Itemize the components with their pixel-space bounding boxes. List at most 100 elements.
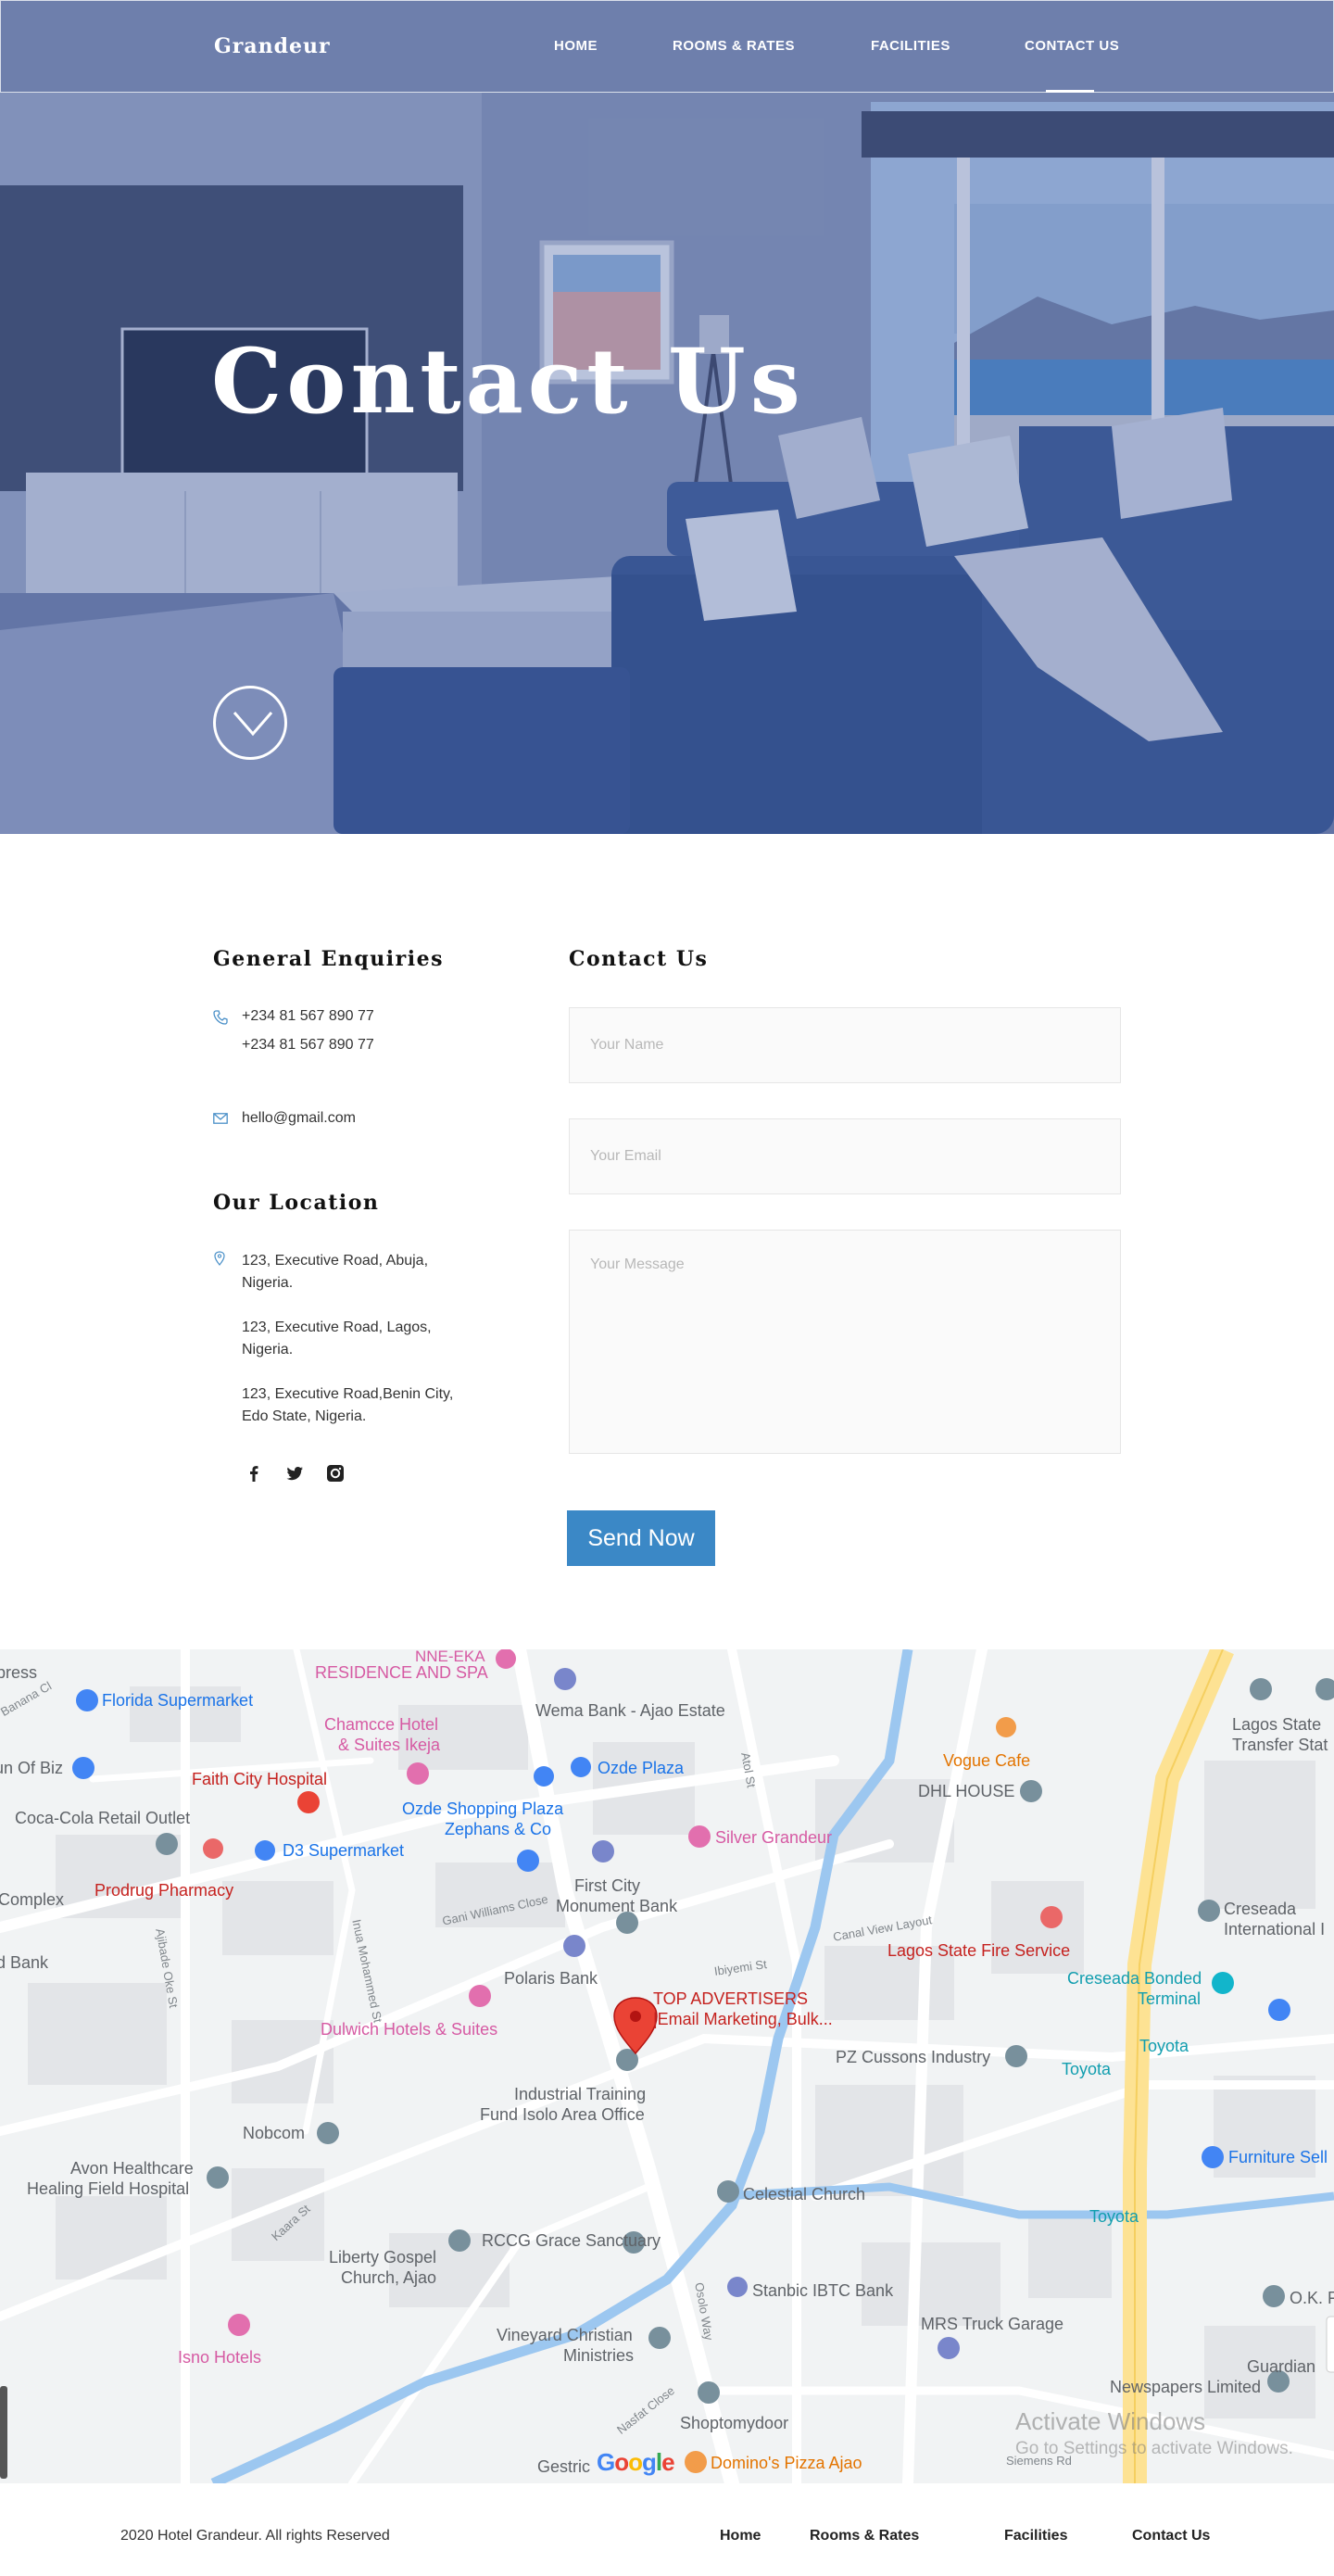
map-place[interactable]: Celestial Church <box>743 2185 865 2204</box>
phone-icon <box>213 1010 228 1025</box>
footer-link-home[interactable]: Home <box>720 2528 761 2544</box>
map-place[interactable]: Creseada Bonded <box>1067 1969 1202 1989</box>
facebook-link[interactable] <box>243 1462 265 1484</box>
map-place[interactable]: Fund Isolo Area Office <box>480 2105 645 2125</box>
map-place[interactable]: Avon Healthcare <box>70 2159 194 2178</box>
map-place[interactable]: Domino's Pizza Ajao <box>711 2454 862 2473</box>
map-place[interactable]: press <box>0 1663 37 1683</box>
map-place[interactable]: D3 Supermarket <box>283 1841 404 1861</box>
scroll-down-button[interactable] <box>213 686 287 760</box>
map-place[interactable]: Nobcom <box>243 2124 305 2143</box>
phone-number-primary[interactable]: +234 81 567 890 77 <box>242 1005 374 1028</box>
address-line: 123, Executive Road, Lagos, <box>242 1320 432 1335</box>
map-place[interactable]: First City <box>574 1876 640 1896</box>
map-place[interactable]: Creseada <box>1224 1900 1296 1919</box>
map-place[interactable]: un Of Biz <box>0 1759 63 1778</box>
location-map[interactable]: NNE-EKA RESIDENCE AND SPA press Florida … <box>0 1649 1334 2483</box>
address-lagos: 123, Executive Road, Lagos, Nigeria. <box>242 1317 432 1361</box>
nav-rooms-rates[interactable]: ROOMS & RATES <box>673 38 795 54</box>
map-place[interactable]: TOP ADVERTISERS <box>653 1989 808 2009</box>
map-place[interactable]: O.K. F <box>1290 2289 1334 2308</box>
map-place[interactable]: PZ Cussons Industry <box>836 2048 990 2067</box>
map-place[interactable]: Lagos State <box>1232 1715 1321 1735</box>
map-place[interactable]: Polaris Bank <box>504 1969 598 1989</box>
twitter-link[interactable] <box>283 1462 306 1484</box>
map-place[interactable]: Ozde Plaza <box>598 1759 684 1778</box>
brand-logo[interactable]: Grandeur <box>214 34 331 58</box>
map-place[interactable]: d Bank <box>0 1953 48 1973</box>
instagram-icon <box>327 1465 344 1482</box>
google-logo-letter: o <box>614 2448 629 2476</box>
map-place[interactable]: Healing Field Hospital <box>27 2179 189 2199</box>
mail-icon <box>213 1113 228 1124</box>
address-line: 123, Executive Road, Abuja, <box>242 1253 429 1269</box>
google-logo[interactable]: Google <box>597 2448 675 2477</box>
hero-banner: Grandeur HOME ROOMS & RATES FACILITIES C… <box>0 0 1334 834</box>
map-place[interactable]: Vineyard Christian <box>497 2326 633 2345</box>
map-place[interactable]: MRS Truck Garage <box>921 2315 1063 2334</box>
chevron-down-icon <box>233 712 273 737</box>
send-now-button[interactable]: Send Now <box>567 1510 715 1566</box>
map-place[interactable]: Transfer Stat <box>1232 1736 1328 1755</box>
map-place[interactable]: Florida Supermarket <box>102 1691 253 1711</box>
map-place[interactable]: Ministries <box>563 2346 634 2366</box>
email-input[interactable] <box>569 1118 1121 1194</box>
map-place[interactable]: Industrial Training <box>514 2085 646 2104</box>
footer-link-rooms-rates[interactable]: Rooms & Rates <box>810 2528 919 2544</box>
nav-active-indicator <box>1046 90 1094 93</box>
map-place[interactable]: Coca-Cola Retail Outlet <box>15 1809 190 1828</box>
activate-windows-subtitle: Go to Settings to activate Windows. <box>1015 2439 1293 2458</box>
map-place[interactable]: Shoptomydoor <box>680 2414 788 2433</box>
map-place[interactable]: Vogue Cafe <box>943 1751 1030 1771</box>
copyright-text: 2020 Hotel Grandeur. All rights Reserved <box>120 2528 390 2544</box>
map-place[interactable]: Zephans & Co <box>445 1820 551 1839</box>
map-place[interactable]: Isno Hotels <box>178 2348 261 2368</box>
map-place[interactable]: Stanbic IBTC Bank <box>752 2281 893 2301</box>
map-place[interactable]: Complex <box>0 1890 64 1910</box>
map-place[interactable]: Terminal <box>1138 1989 1201 2009</box>
map-place[interactable]: Faith City Hospital <box>192 1770 327 1789</box>
map-place[interactable]: Wema Bank - Ajao Estate <box>535 1701 725 1721</box>
message-textarea[interactable] <box>569 1230 1121 1454</box>
map-place[interactable]: Toyota <box>1139 2037 1189 2056</box>
address-line: Nigeria. <box>242 1275 294 1291</box>
nav-contact-us[interactable]: CONTACT US <box>1025 38 1119 54</box>
address-benin: 123, Executive Road,Benin City, Edo Stat… <box>242 1383 453 1428</box>
footer-link-facilities[interactable]: Facilities <box>1004 2528 1067 2544</box>
phone-number-secondary[interactable]: +234 81 567 890 77 <box>242 1034 374 1056</box>
address-line: Nigeria. <box>242 1342 294 1357</box>
map-place[interactable]: RCCG Grace Sanctuary <box>482 2231 661 2251</box>
map-place[interactable]: Church, Ajao <box>341 2268 436 2288</box>
map-place[interactable]: Newspapers Limited <box>1110 2378 1261 2397</box>
footer-link-contact-us[interactable]: Contact Us <box>1132 2528 1210 2544</box>
map-place[interactable]: Guardian <box>1247 2357 1315 2377</box>
top-navbar: Grandeur HOME ROOMS & RATES FACILITIES C… <box>0 0 1334 93</box>
google-logo-letter: o <box>628 2448 643 2476</box>
map-place[interactable]: |Email Marketing, Bulk... <box>653 2010 833 2029</box>
map-place[interactable]: International I <box>1224 1920 1325 1939</box>
google-logo-letter: G <box>597 2448 615 2476</box>
map-place[interactable]: & Suites Ikeja <box>338 1736 440 1755</box>
map-place[interactable]: Monument Bank <box>556 1897 677 1916</box>
address-line: 123, Executive Road,Benin City, <box>242 1386 454 1402</box>
map-place[interactable]: Toyota <box>1089 2207 1139 2227</box>
map-place[interactable]: Lagos State Fire Service <box>887 1941 1070 1961</box>
map-place[interactable]: Gestric <box>537 2457 590 2477</box>
email-address[interactable]: hello@gmail.com <box>242 1107 356 1130</box>
map-place[interactable]: DHL HOUSE <box>918 1782 1014 1801</box>
nav-home[interactable]: HOME <box>554 38 598 54</box>
map-place[interactable]: Furniture Sell <box>1228 2148 1328 2167</box>
nav-facilities[interactable]: FACILITIES <box>871 38 950 54</box>
google-logo-letter: e <box>661 2448 675 2476</box>
name-input[interactable] <box>569 1007 1121 1083</box>
map-place[interactable]: Dulwich Hotels & Suites <box>321 2020 497 2039</box>
map-place[interactable]: Silver Grandeur <box>715 1828 832 1848</box>
map-place[interactable]: Ozde Shopping Plaza <box>402 1799 563 1819</box>
map-place[interactable]: RESIDENCE AND SPA <box>315 1663 488 1683</box>
address-abuja: 123, Executive Road, Abuja, Nigeria. <box>242 1250 428 1294</box>
map-place[interactable]: Prodrug Pharmacy <box>94 1881 233 1900</box>
map-place[interactable]: Liberty Gospel <box>329 2248 436 2267</box>
map-place[interactable]: Chamcce Hotel <box>324 1715 438 1735</box>
map-place[interactable]: Toyota <box>1062 2060 1111 2079</box>
instagram-link[interactable] <box>324 1462 346 1484</box>
